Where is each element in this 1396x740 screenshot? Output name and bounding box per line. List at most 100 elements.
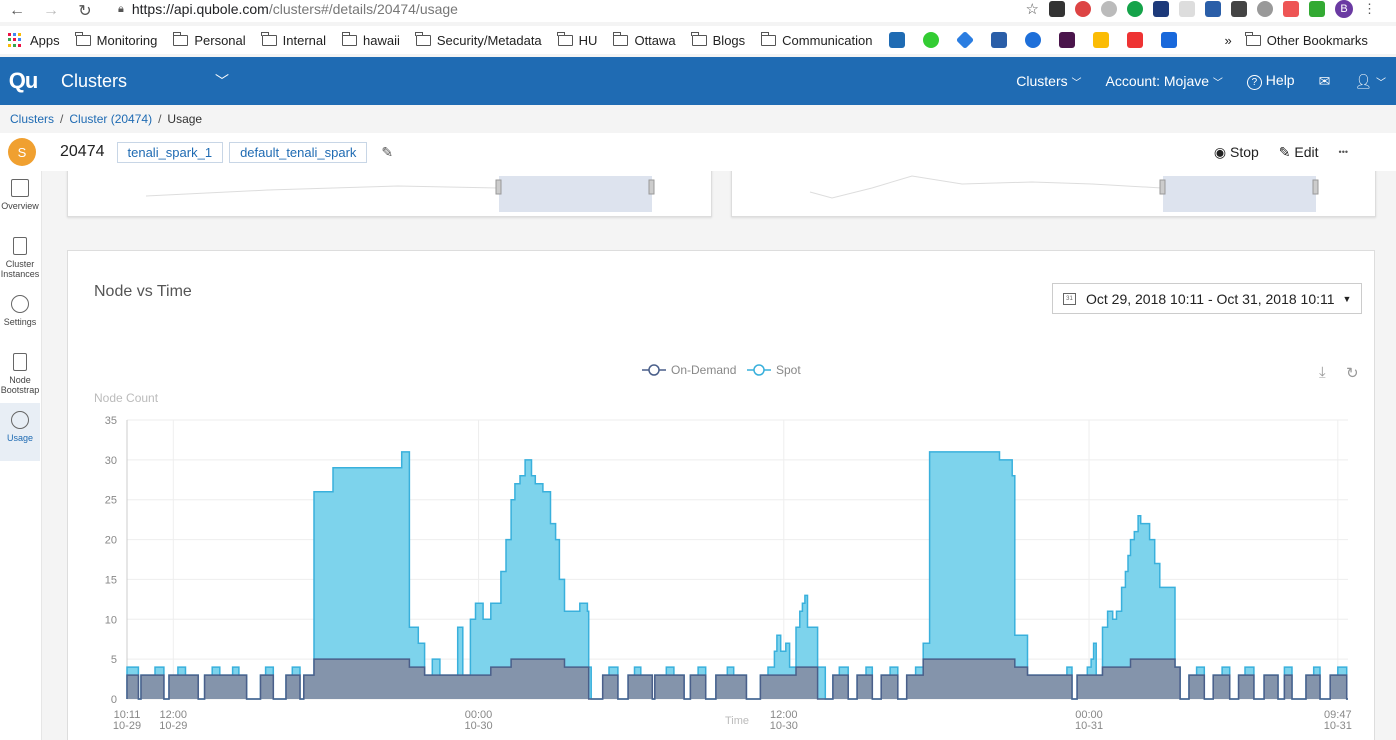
y-axis-label: Node Count [94,391,159,405]
bookmark-folder[interactable]: Security/Metadata [415,31,542,48]
bookmark-folder[interactable]: Internal [261,31,326,48]
bookmark-label: Security/Metadata [436,32,542,48]
bookmark-folder[interactable]: Ottawa [612,31,676,48]
folder-icon [1245,31,1261,46]
apps-grid-icon [8,33,22,47]
sidebar-item-bootstrap[interactable]: Node Bootstrap [0,345,40,403]
breadcrumb-clusters[interactable]: Clusters [10,112,54,126]
sidebar-item-label: Overview [1,201,39,211]
breadcrumb-cluster[interactable]: Cluster (20474) [69,112,152,126]
chevron-down-icon[interactable]: ﹀ [215,71,229,91]
help-link[interactable]: ? Help [1246,72,1295,90]
range-handle-right[interactable] [1312,179,1319,195]
bookmark-other[interactable]: Other Bookmarks [1245,31,1368,48]
bookmark-folder[interactable]: HU [557,31,597,48]
browser-toolbar: ← → ↻ 🔒︎ https://api. qubole.com/clusters… [0,0,1396,22]
sidebar-item-usage[interactable]: Usage [0,403,40,461]
folder-icon [415,31,431,46]
header-menu: Clusters ﹀ Account: Mojave ﹀ ? Help ✉︎ 👤… [1016,57,1386,105]
cluster-label[interactable]: default_tenali_spark [229,141,368,163]
bookmark-label: hawaii [363,32,400,48]
stop-button[interactable]: ◉ Stop [1214,144,1259,161]
stop-icon: ◉ [1213,143,1227,160]
bookmarks-bar: Apps Monitoring Personal Internal hawaii… [0,26,1396,54]
account-menu[interactable]: Account: Mojave ﹀ [1106,73,1223,89]
clusters-menu[interactable]: Clusters ﹀ [1016,73,1081,89]
range-handle-left[interactable] [495,179,502,195]
mini-chart-card [731,171,1376,217]
bookmark-folder[interactable]: Communication [760,31,873,48]
bookmark-apps[interactable]: Apps [8,33,60,48]
mail-icon[interactable] [1231,1,1247,17]
bookmark-folder[interactable]: Blogs [691,31,745,48]
more-button[interactable]: ••• [1339,147,1348,157]
back-icon[interactable]: ← [6,0,28,22]
extension-icon[interactable] [1257,1,1273,17]
extension-icon[interactable] [1205,1,1221,17]
extension-icon[interactable] [1153,1,1169,17]
breadcrumb-separator: / [60,112,64,126]
reload-icon[interactable]: ↻ [74,0,96,22]
app-header: Qu Clusters ﹀ Clusters ﹀ Account: Mojave… [0,57,1396,105]
extension-icon[interactable] [1049,1,1065,17]
mini-chart [809,175,1319,212]
confluence-icon[interactable] [1160,32,1177,48]
breadcrumb-current: Usage [167,112,203,126]
extension-icon[interactable] [1179,1,1195,17]
address-bar[interactable]: 🔒︎ https://api. qubole.com/clusters#/deta… [118,0,458,18]
slack-icon[interactable] [1058,32,1075,48]
bookmark-icon[interactable] [1024,32,1041,48]
y-tick-label: 30 [105,455,117,467]
bookmark-folder[interactable]: Monitoring [75,31,157,48]
legend-marker[interactable] [648,364,660,376]
bookmark-icon[interactable] [955,30,974,50]
qubole-bookmark-icon[interactable] [888,32,905,48]
extension-icon[interactable] [1127,1,1143,17]
extension-icon[interactable] [1283,1,1299,17]
star-icon[interactable]: ☆ [1026,0,1039,18]
pencil-icon[interactable]: ✎ [381,144,393,161]
extension-icon[interactable] [1101,1,1117,17]
breadcrumb-separator: / [158,112,162,126]
range-handle-left[interactable] [1159,179,1166,195]
sidebar-item-overview[interactable]: Overview [0,171,40,229]
range-selector[interactable] [499,176,652,212]
bookmark-folder[interactable]: Personal [172,31,246,48]
cluster-label[interactable]: tenali_spark_1 [116,141,224,163]
extension-icon[interactable] [1075,1,1091,17]
help-label: Help [1265,72,1295,88]
profile-avatar[interactable]: B [1335,0,1353,18]
range-handle-right[interactable] [648,179,655,195]
legend-marker[interactable] [753,364,765,376]
y-tick-label: 35 [105,415,117,427]
check-icon[interactable] [1309,1,1325,17]
y-tick-label: 20 [105,535,117,547]
gmail-icon[interactable] [1126,32,1143,48]
sidebar-item-instances[interactable]: Cluster Instances [0,229,40,287]
bookmark-label: Apps [30,32,60,48]
code-file-icon [13,353,27,371]
bookmark-folder[interactable]: hawaii [341,31,400,48]
bookmark-label: Ottawa [634,32,676,48]
qubole-logo[interactable]: Qu [0,57,46,105]
kebab-menu-icon[interactable]: ⋮ [1363,1,1376,17]
pie-chart-icon [11,411,29,429]
help-icon: ? [1246,75,1262,90]
range-selector[interactable] [1163,176,1316,212]
forward-icon[interactable]: → [40,0,62,22]
bookmarks-overflow[interactable]: » [1225,33,1232,48]
drive-icon[interactable] [1092,32,1109,48]
edit-button[interactable]: ✎ Edit [1279,144,1319,161]
user-menu[interactable]: 👤︎ ﹀ [1354,73,1386,90]
x-tick-label: 10-31 [1324,720,1352,732]
main-content: Node vs Time 31 Oct 29, 2018 10:11 - Oct… [44,171,1396,740]
sidebar-item-settings[interactable]: Settings [0,287,40,345]
bookmark-icon[interactable] [922,32,939,48]
folder-icon [691,31,707,46]
calendar-bookmark-icon[interactable] [990,32,1007,48]
feedback-icon[interactable]: ✉︎ [1319,73,1331,90]
breadcrumb: Clusters / Cluster (20474) / Usage [10,112,202,126]
sidebar-item-label: Cluster Instances [0,259,40,279]
cluster-actions: ◉ Stop ✎ Edit ••• [1214,133,1348,171]
y-tick-label: 25 [105,495,117,507]
